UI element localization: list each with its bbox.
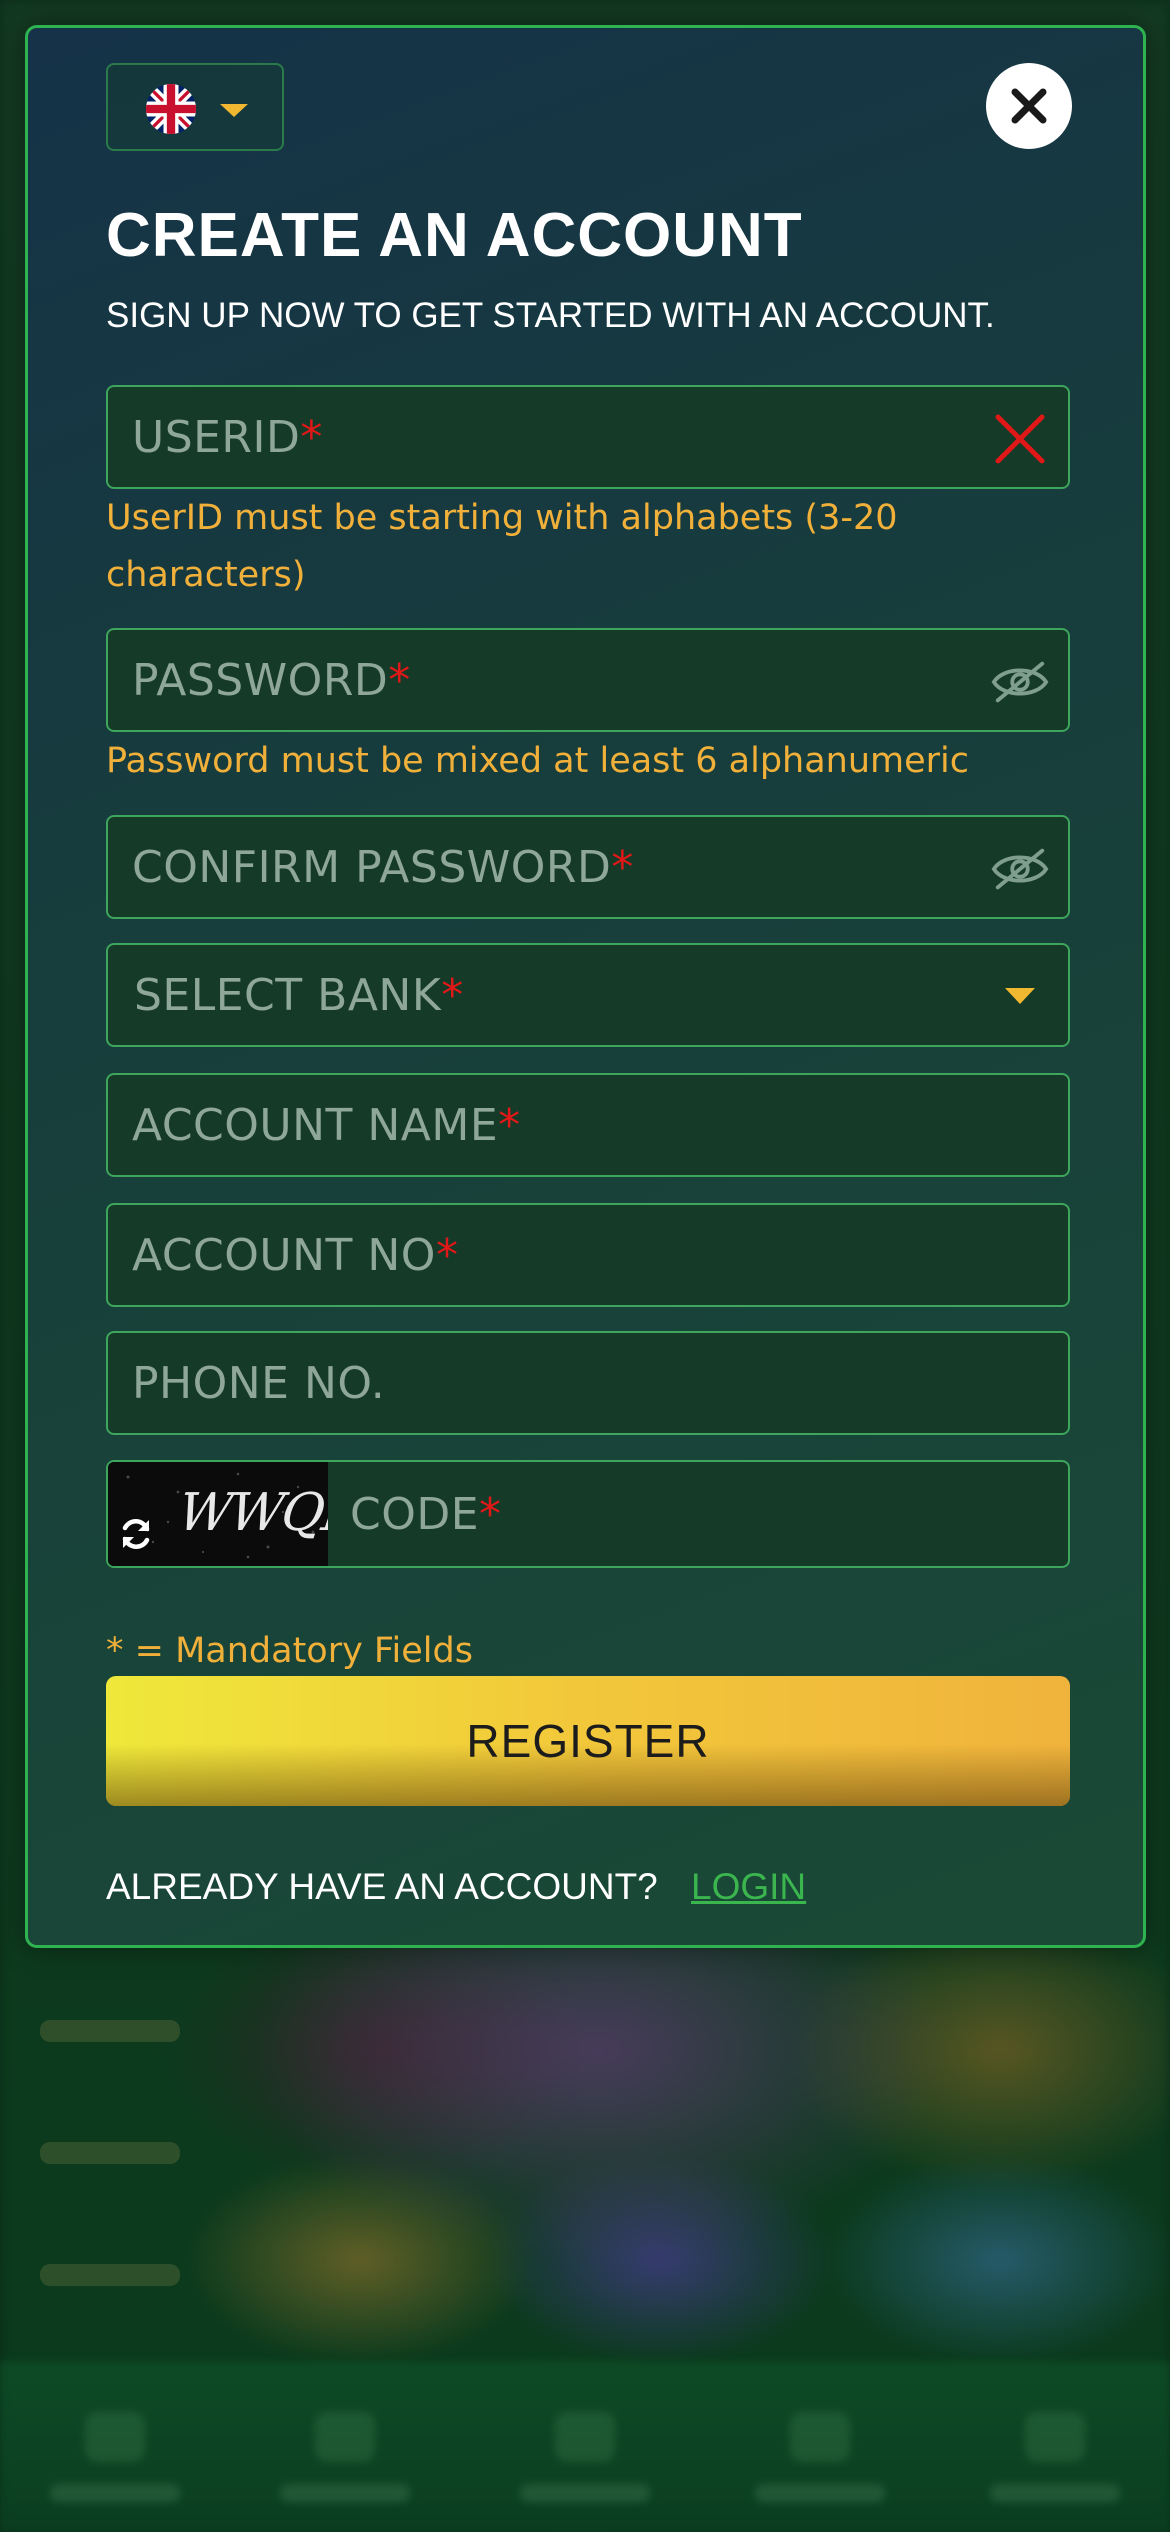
background-sidebar-blurred — [40, 2020, 180, 2320]
password-input[interactable] — [108, 630, 1068, 730]
captcha-field[interactable]: WWQF CODE * — [106, 1460, 1070, 1568]
confirm-password-input[interactable] — [108, 817, 1068, 917]
account-name-input[interactable] — [108, 1075, 1068, 1175]
userid-field[interactable]: USERID * — [106, 385, 1070, 489]
background-bottom-nav-blurred — [0, 2362, 1170, 2532]
password-hint: Password must be mixed at least 6 alphan… — [106, 741, 970, 781]
chevron-down-icon — [220, 104, 248, 117]
chevron-down-icon — [990, 967, 1050, 1027]
bank-select[interactable]: SELECT BANK * — [106, 943, 1070, 1047]
bank-select-placeholder: SELECT BANK — [134, 969, 442, 1021]
password-field[interactable]: PASSWORD * — [106, 628, 1070, 732]
eye-slash-icon[interactable] — [990, 652, 1050, 712]
phone-field[interactable]: PHONE NO. — [106, 1331, 1070, 1435]
register-button[interactable]: REGISTER — [106, 1676, 1070, 1806]
account-name-field[interactable]: ACCOUNT NAME * — [106, 1073, 1070, 1177]
required-marker: * — [441, 969, 464, 1021]
account-no-input[interactable] — [108, 1205, 1068, 1305]
confirm-password-field[interactable]: CONFIRM PASSWORD * — [106, 815, 1070, 919]
page-subtitle: SIGN UP NOW TO GET STARTED WITH AN ACCOU… — [106, 296, 995, 335]
userid-hint: UserID must be starting with alphabets (… — [106, 498, 898, 595]
page-title: CREATE AN ACCOUNT — [106, 201, 803, 270]
eye-slash-icon[interactable] — [990, 839, 1050, 899]
uk-flag-icon — [146, 84, 196, 134]
error-x-icon — [990, 409, 1050, 469]
userid-input[interactable] — [108, 387, 1068, 487]
login-prompt: ALREADY HAVE AN ACCOUNT? — [106, 1866, 658, 1907]
login-link[interactable]: LOGIN — [691, 1866, 806, 1908]
close-icon — [1011, 88, 1047, 124]
register-button-label: REGISTER — [466, 1715, 710, 1767]
account-no-field[interactable]: ACCOUNT NO * — [106, 1203, 1070, 1307]
captcha-code-input[interactable] — [108, 1462, 1068, 1566]
register-modal: CREATE AN ACCOUNT SIGN UP NOW TO GET STA… — [25, 25, 1146, 1948]
language-selector[interactable] — [106, 63, 284, 151]
mandatory-fields-note: * = Mandatory Fields — [106, 1631, 473, 1671]
close-button[interactable] — [986, 63, 1072, 149]
phone-input[interactable] — [108, 1333, 1068, 1433]
